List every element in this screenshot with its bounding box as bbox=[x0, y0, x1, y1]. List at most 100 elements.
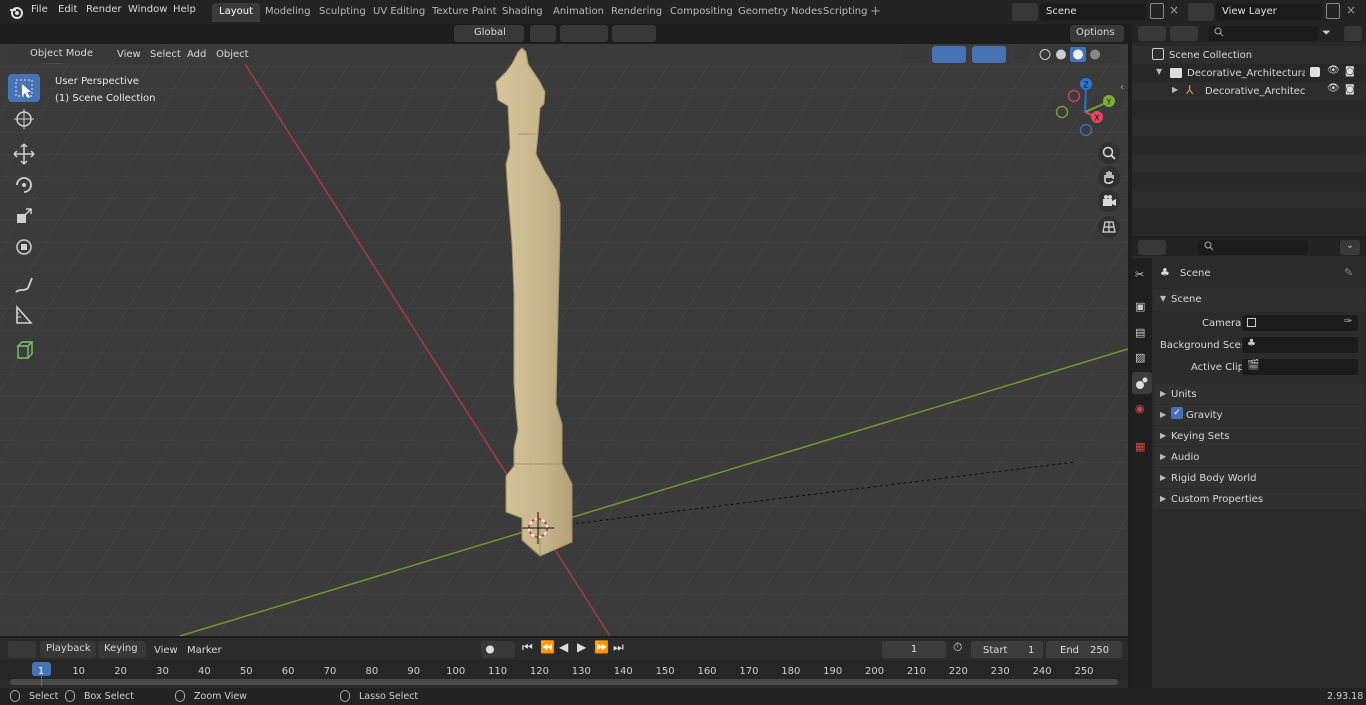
view-layer-browse-icon[interactable] bbox=[1188, 3, 1214, 21]
object-camera-icon[interactable]: ◙ bbox=[1345, 84, 1355, 95]
select-box-tool[interactable] bbox=[8, 74, 40, 102]
viewport-menu-view[interactable]: View bbox=[117, 49, 141, 60]
audio-title[interactable]: Audio bbox=[1171, 452, 1199, 463]
menu-edit[interactable]: Edit bbox=[58, 4, 77, 15]
stopwatch-icon[interactable]: ⏱ bbox=[953, 640, 962, 655]
menu-window[interactable]: Window bbox=[128, 4, 167, 15]
expand-custom-properties-icon[interactable]: ▶ bbox=[1160, 494, 1166, 503]
add-workspace-icon[interactable]: + bbox=[870, 4, 881, 19]
rotate-tool[interactable] bbox=[8, 171, 40, 199]
transform-orientation-dropdown[interactable]: Global bbox=[454, 25, 524, 42]
viewport-menu-object[interactable]: Object bbox=[216, 49, 249, 60]
tool-tab-icon[interactable]: ✂ bbox=[1135, 268, 1144, 281]
annotate-tool[interactable] bbox=[8, 270, 40, 298]
view-layer-field[interactable]: View Layer bbox=[1216, 3, 1322, 21]
pin-icon[interactable]: ✎ bbox=[1344, 266, 1353, 279]
timeline-editor-type-icon[interactable] bbox=[8, 641, 36, 658]
tab-layout[interactable]: Layout bbox=[212, 3, 260, 22]
gravity-title[interactable]: Gravity bbox=[1186, 410, 1223, 421]
object-eye-icon[interactable]: 👁 bbox=[1327, 83, 1340, 94]
cursor-tool[interactable] bbox=[8, 105, 40, 133]
outliner-scene-collection[interactable]: Scene Collection bbox=[1169, 50, 1252, 61]
tab-shading[interactable]: Shading bbox=[495, 3, 550, 22]
timeline-marker-menu[interactable]: Marker bbox=[187, 645, 222, 656]
jump-keyframe-forward-icon[interactable]: ⏩ bbox=[594, 640, 609, 654]
gravity-checkbox[interactable]: ✓ bbox=[1171, 407, 1183, 419]
tab-texture-paint[interactable]: Texture Paint bbox=[425, 3, 504, 22]
new-view-layer-icon[interactable] bbox=[1326, 3, 1340, 19]
tab-scripting[interactable]: Scripting bbox=[816, 3, 874, 22]
tab-compositing[interactable]: Compositing bbox=[663, 3, 740, 22]
jump-end-icon[interactable]: ⏭ bbox=[613, 640, 624, 655]
properties-options-icon[interactable]: ⌄ bbox=[1340, 240, 1360, 255]
properties-search-input[interactable] bbox=[1198, 240, 1308, 255]
camera-field[interactable] bbox=[1242, 315, 1358, 331]
display-mode-icon[interactable] bbox=[1170, 26, 1198, 41]
render-tab-icon[interactable]: ▣ bbox=[1135, 300, 1145, 313]
world-tab-icon[interactable]: ◉ bbox=[1135, 402, 1145, 415]
play-icon[interactable]: ▶ bbox=[577, 640, 586, 654]
viewport-menu-select[interactable]: Select bbox=[150, 49, 181, 60]
keying-menu[interactable]: Keying bbox=[98, 641, 146, 658]
measure-tool[interactable] bbox=[8, 301, 40, 329]
object-mode-dropdown[interactable]: Object Mode bbox=[8, 46, 106, 63]
menu-file[interactable]: File bbox=[31, 4, 48, 15]
outliner-object-name[interactable]: Decorative_Architectural_ bbox=[1205, 86, 1305, 97]
collapse-scene-icon[interactable]: ▼ bbox=[1160, 294, 1166, 303]
jump-start-icon[interactable]: ⏮ bbox=[522, 640, 533, 655]
camera-view-icon[interactable] bbox=[1098, 190, 1120, 212]
units-title[interactable]: Units bbox=[1171, 389, 1197, 400]
move-tool[interactable] bbox=[8, 140, 40, 168]
texture-tab-icon[interactable]: ▦ bbox=[1135, 440, 1145, 453]
tab-rendering[interactable]: Rendering bbox=[604, 3, 669, 22]
expand-collection-icon[interactable]: ▼ bbox=[1156, 67, 1162, 76]
outliner-collection-name[interactable]: Decorative_Architectural_Colu bbox=[1187, 68, 1305, 79]
play-reverse-icon[interactable]: ◀ bbox=[559, 640, 568, 654]
outliner-editor-type-icon[interactable] bbox=[1138, 26, 1166, 41]
rigid-body-world-title[interactable]: Rigid Body World bbox=[1171, 473, 1256, 484]
proportional-edit-icon[interactable] bbox=[612, 25, 656, 42]
custom-properties-title[interactable]: Custom Properties bbox=[1171, 494, 1263, 505]
scene-name-field[interactable]: Scene bbox=[1040, 3, 1146, 21]
eyedropper-icon[interactable]: ✑ bbox=[1344, 316, 1352, 327]
menu-render[interactable]: Render bbox=[86, 4, 122, 15]
perspective-toggle-icon[interactable] bbox=[1098, 216, 1120, 238]
gizmo-toggle-icon[interactable] bbox=[932, 46, 966, 63]
pivot-point-icon[interactable] bbox=[530, 25, 556, 42]
transform-tool[interactable] bbox=[8, 233, 40, 261]
keying-sets-title[interactable]: Keying Sets bbox=[1171, 431, 1229, 442]
delete-view-layer-icon[interactable]: × bbox=[1346, 3, 1356, 17]
3d-viewport[interactable]: Z Y X User Perspective (1) Scene Collect… bbox=[0, 44, 1128, 636]
timeline-scrollbar[interactable] bbox=[10, 679, 1118, 685]
object-visibility-icon[interactable] bbox=[902, 46, 928, 63]
timeline-view-menu[interactable]: View bbox=[154, 645, 178, 656]
snap-icon[interactable] bbox=[560, 25, 608, 42]
properties-editor-type-icon[interactable] bbox=[1138, 240, 1166, 255]
filter-icon[interactable]: ⏷ bbox=[1322, 26, 1331, 40]
tab-sculpting[interactable]: Sculpting bbox=[312, 3, 373, 22]
tab-geometry-nodes[interactable]: Geometry Nodes bbox=[731, 3, 829, 22]
expand-keying-sets-icon[interactable]: ▶ bbox=[1160, 431, 1166, 440]
zoom-icon[interactable] bbox=[1098, 142, 1120, 164]
new-collection-icon[interactable] bbox=[1344, 26, 1362, 41]
pan-hand-icon[interactable] bbox=[1098, 166, 1120, 188]
jump-keyframe-back-icon[interactable]: ⏪ bbox=[540, 640, 555, 654]
overlay-toggle-icon[interactable] bbox=[972, 46, 1006, 63]
scene-subpanel-title[interactable]: Scene bbox=[1171, 294, 1202, 305]
collection-eye-icon[interactable]: 👁 bbox=[1327, 65, 1340, 76]
tab-modeling[interactable]: Modeling bbox=[258, 3, 318, 22]
collection-camera-icon[interactable]: ◙ bbox=[1345, 66, 1355, 77]
scene-tab-icon[interactable] bbox=[1132, 372, 1152, 394]
add-cube-tool[interactable] bbox=[8, 336, 40, 364]
background-scene-field[interactable] bbox=[1242, 337, 1358, 353]
scene-browse-icon[interactable] bbox=[1012, 3, 1038, 21]
tab-uv-editing[interactable]: UV Editing bbox=[366, 3, 432, 22]
view-layer-tab-icon[interactable]: ▨ bbox=[1135, 351, 1145, 364]
current-frame-field[interactable]: 1 bbox=[882, 641, 946, 658]
expand-audio-icon[interactable]: ▶ bbox=[1160, 452, 1166, 461]
playback-menu[interactable]: Playback bbox=[40, 641, 96, 658]
expand-units-icon[interactable]: ▶ bbox=[1160, 389, 1166, 398]
viewport-menu-add[interactable]: Add bbox=[187, 49, 206, 60]
delete-scene-icon[interactable]: × bbox=[1169, 3, 1179, 17]
expand-gravity-icon[interactable]: ▶ bbox=[1160, 410, 1166, 419]
